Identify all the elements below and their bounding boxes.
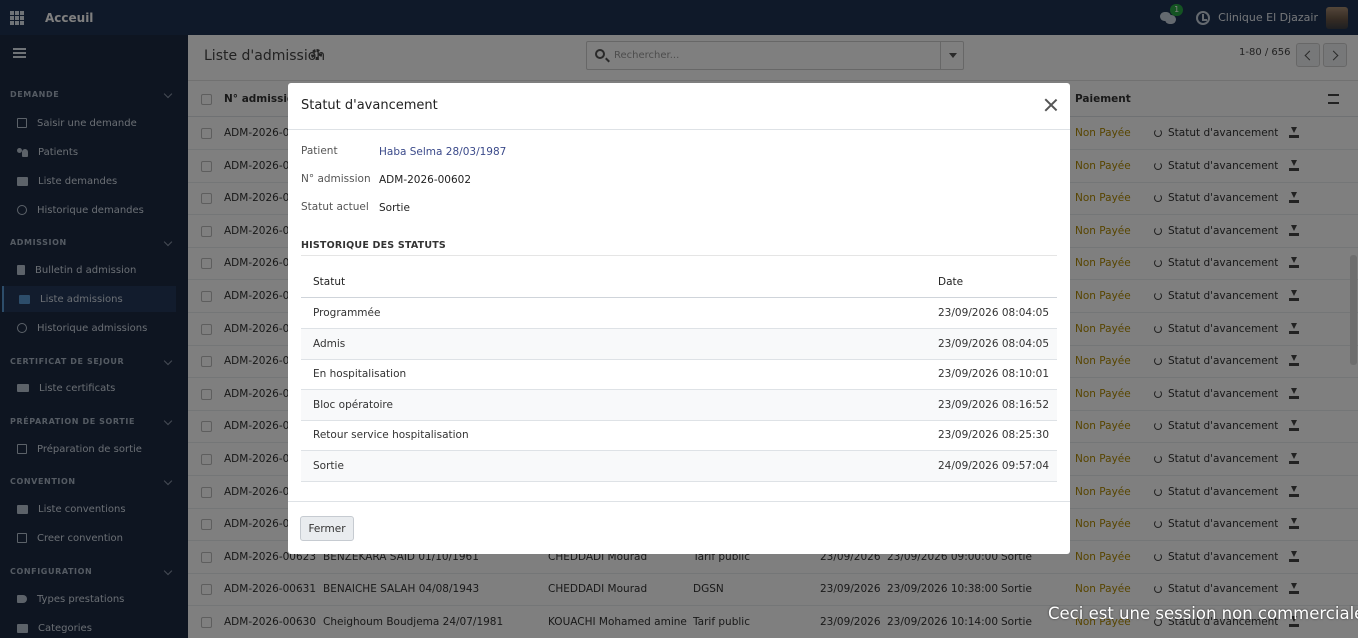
history-statut: Bloc opératoire [313,398,393,411]
history-statut: Programmée [313,307,381,319]
history-table-header: Statut Date [301,267,1057,298]
patient-value[interactable]: Haba Selma 28/03/1987 [379,146,506,158]
history-date: 23/09/2026 08:10:01 [938,368,1050,380]
history-date: 23/09/2026 08:16:52 [938,398,1050,411]
history-header-statut: Statut [313,276,346,288]
divider [301,255,1057,256]
statut-modal: Statut d'avancement Patient Haba Selma 2… [288,83,1070,554]
admission-value: ADM-2026-00602 [379,174,472,186]
history-date: 23/09/2026 08:04:05 [938,307,1050,319]
history-header-date: Date [938,276,964,288]
patient-label: Patient [301,145,338,157]
statut-actuel-value: Sortie [379,202,410,214]
close-icon[interactable] [1044,98,1058,112]
history-row: Retour service hospitalisation 23/09/2026… [301,420,1057,451]
admission-label: N° admission [301,173,371,185]
history-date: 23/09/2026 08:04:05 [938,337,1050,350]
history-date: 24/09/2026 09:57:04 [938,459,1050,472]
watermark-text: Ceci est une session non commerciale. [1048,604,1358,623]
modal-header: Statut d'avancement [288,83,1070,130]
history-row: Bloc opératoire 23/09/2026 08:16:52 [301,389,1057,421]
history-statut: En hospitalisation [313,368,407,380]
modal-footer: Fermer [288,501,1070,554]
statut-actuel-label: Statut actuel [301,201,369,213]
history-title: HISTORIQUE DES STATUTS [301,240,446,251]
modal-title: Statut d'avancement [301,98,438,113]
history-statut: Retour service hospitalisation [313,429,469,441]
history-row: Programmée 23/09/2026 08:04:05 [301,298,1057,329]
history-statut: Sortie [313,459,344,472]
history-row: Admis 23/09/2026 08:04:05 [301,328,1057,360]
history-row: Sortie 24/09/2026 09:57:04 [301,450,1057,482]
history-row: En hospitalisation 23/09/2026 08:10:01 [301,359,1057,390]
page-scrollbar[interactable] [1350,255,1357,365]
history-date: 23/09/2026 08:25:30 [938,429,1050,441]
history-statut: Admis [313,337,346,350]
fermer-button[interactable]: Fermer [300,516,354,541]
